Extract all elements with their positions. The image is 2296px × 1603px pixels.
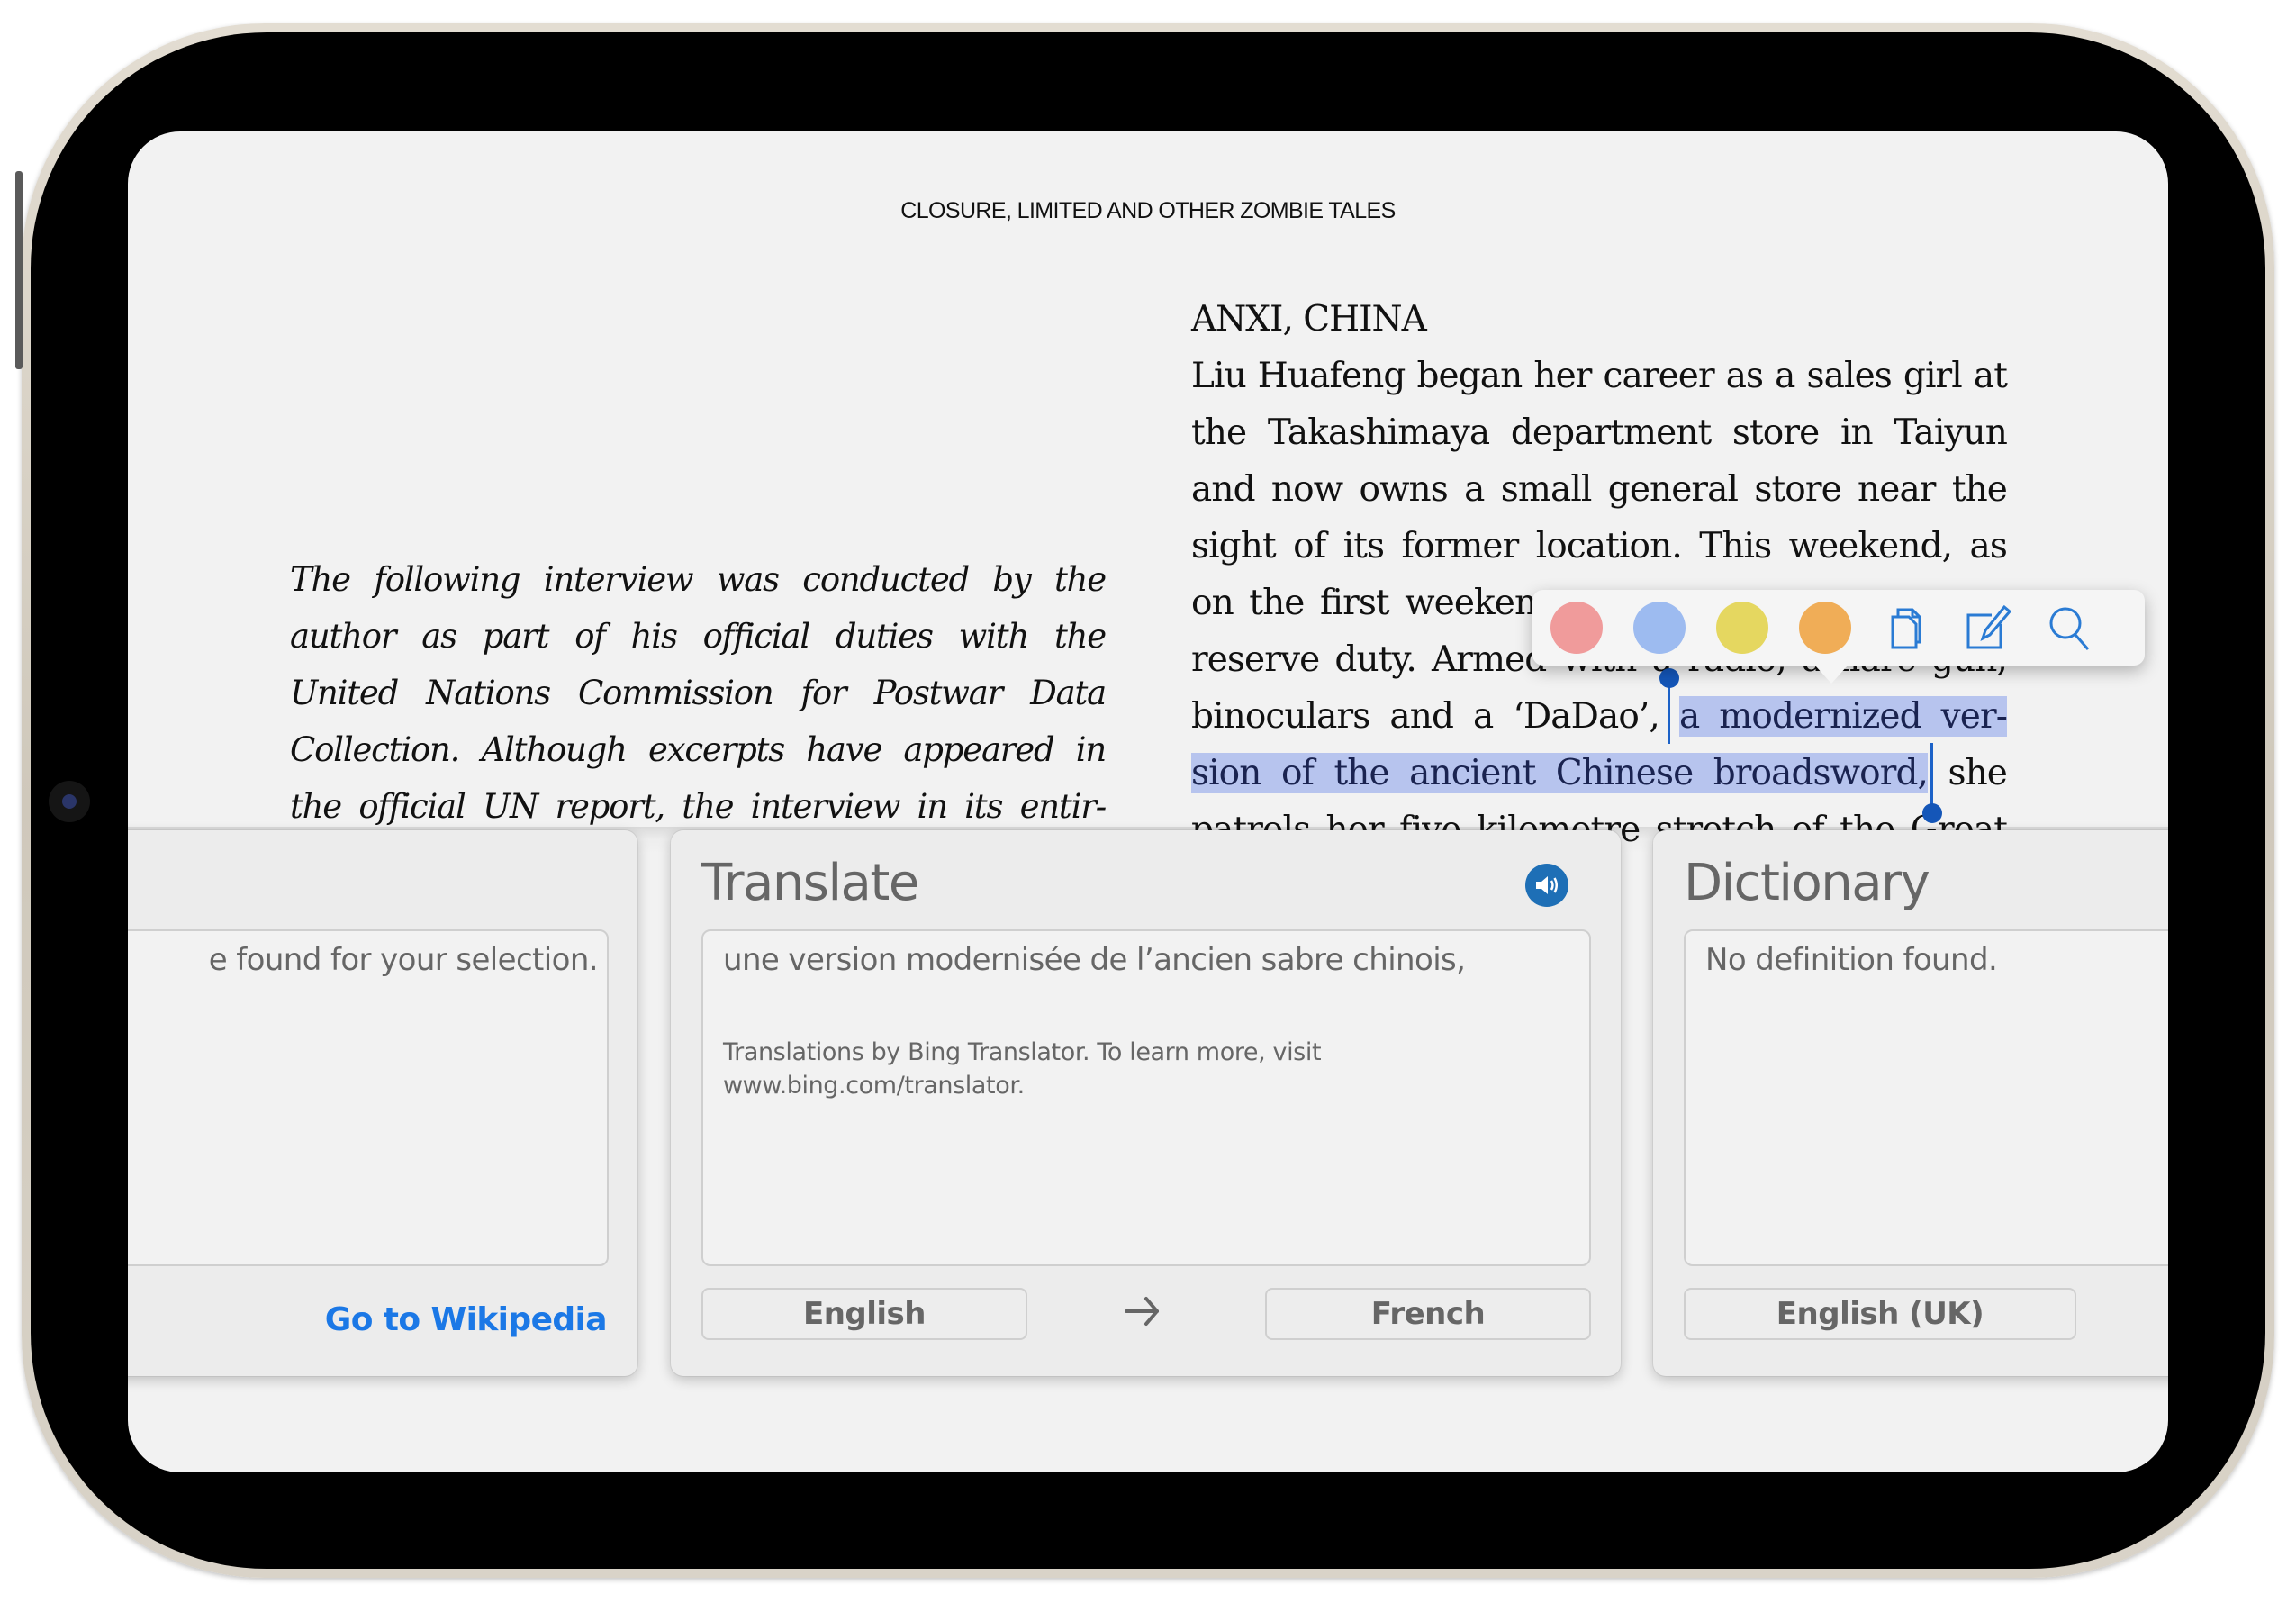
left-page-line[interactable]: the official UN report, the interview in… (290, 778, 1107, 835)
dictionary-panel: Dictionary No definition found. English … (1653, 830, 2168, 1376)
left-page-line[interactable]: The following interview was conducted by… (290, 551, 1107, 608)
translation-text: une version modernisée de l’ancien sabre… (723, 942, 1466, 978)
volume-button (15, 171, 23, 369)
selection-toolbar (1532, 590, 2145, 684)
go-to-wikipedia-link[interactable]: Go to Wikipedia (325, 1301, 608, 1338)
left-page-line[interactable]: Collection. Although excerpts have appea… (290, 721, 1107, 778)
front-camera (49, 781, 90, 822)
definition-box: No definition found. (1684, 929, 2168, 1266)
wikipedia-message-text: e found for your selection. (208, 942, 599, 978)
left-page-line[interactable]: author as part of his official duties wi… (290, 608, 1107, 665)
right-page-line[interactable]: the Takashimaya department store in Taiy… (1191, 404, 2008, 461)
reader-screen: CLOSURE, LIMITED AND OTHER ZOMBIE TALES … (128, 131, 2168, 1472)
left-page[interactable]: The following interview was conducted by… (290, 551, 1107, 835)
search-icon (2049, 607, 2090, 650)
note-icon (1966, 604, 2011, 649)
dictionary-title: Dictionary (1684, 854, 1930, 912)
wikipedia-panel: e found for your selection. Go to Wikipe… (128, 830, 637, 1376)
selection-start-handle[interactable] (1659, 668, 1679, 688)
search-button[interactable] (2044, 602, 2094, 653)
wikipedia-message: e found for your selection. (128, 942, 607, 978)
right-page-line[interactable]: binoculars and a ‘DaDao’, a modernized v… (1191, 688, 2008, 745)
source-language-button[interactable]: English (701, 1288, 1027, 1340)
attribution-line: www.bing.com/translator. (723, 1072, 1025, 1100)
attribution-line: Translations by Bing Translator. To lear… (723, 1038, 1322, 1066)
translate-title: Translate (701, 854, 919, 912)
right-page-line[interactable]: sight of its former location. This weeke… (1191, 518, 2008, 575)
unselected-text[interactable]: binoculars and a ‘DaDao’, (1191, 696, 1679, 737)
right-page-line[interactable]: and now owns a small general store near … (1191, 461, 2008, 518)
right-page-line[interactable]: Liu Huafeng began her career as a sales … (1191, 348, 2008, 404)
arrow-right-icon (1125, 1297, 1159, 1326)
highlight-pink-button[interactable] (1550, 602, 1603, 654)
dictionary-language-button[interactable]: English (UK) (1684, 1288, 2076, 1340)
highlight-blue-button[interactable] (1633, 602, 1686, 654)
target-language-button[interactable]: French (1265, 1288, 1591, 1340)
speak-translation-button[interactable] (1525, 864, 1568, 907)
right-page[interactable]: ANXI, CHINA Liu Huafeng began her career… (1191, 291, 2008, 858)
book-title: CLOSURE, LIMITED AND OTHER ZOMBIE TALES (900, 198, 1396, 223)
add-note-button[interactable] (1963, 602, 2013, 653)
chapter-heading: ANXI, CHINA (1191, 299, 1427, 340)
speaker-icon (1536, 876, 1558, 894)
translation-box: une version modernisée de l’ancien sabre… (701, 929, 1591, 1266)
selection-end-handle[interactable] (1922, 803, 1942, 823)
selected-text[interactable]: sion of the ancient Chinese broadsword, (1191, 753, 1929, 793)
translate-panel: Translate une version modernisée de l’an… (671, 830, 1621, 1376)
highlight-yellow-button[interactable] (1716, 602, 1768, 654)
right-page-line[interactable]: sion of the ancient Chinese broadsword, … (1191, 745, 2008, 802)
translation-attribution: Translations by Bing Translator. To lear… (723, 1036, 1322, 1102)
selected-text[interactable]: a modernized ver- (1678, 696, 2008, 737)
selection-start-caret[interactable] (1668, 679, 1670, 744)
left-page-line[interactable]: United Nations Commission for Postwar Da… (290, 665, 1107, 721)
wikipedia-result-box: e found for your selection. (128, 929, 609, 1266)
definition-text: No definition found. (1705, 942, 1998, 978)
copy-icon (1891, 608, 1921, 649)
highlight-orange-button[interactable] (1799, 602, 1851, 654)
copy-button[interactable] (1882, 602, 1932, 653)
unselected-text[interactable]: she (1928, 753, 2007, 793)
